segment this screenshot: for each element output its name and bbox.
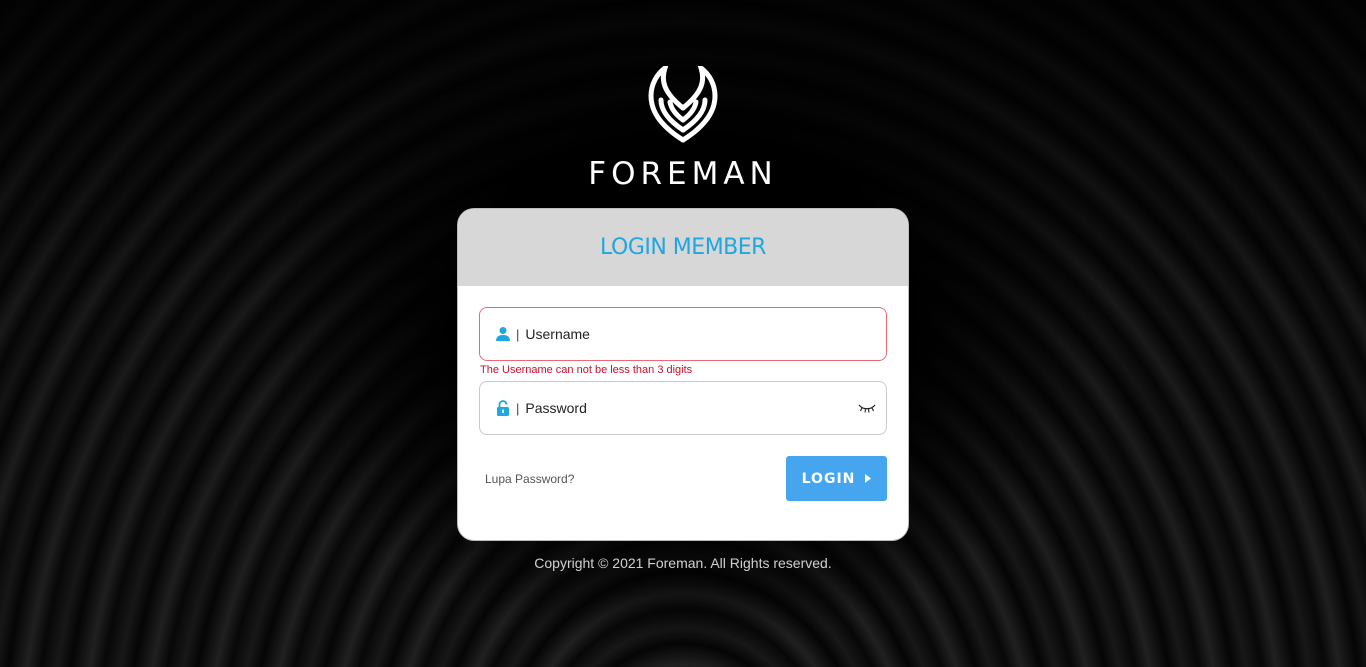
brand: FOREMAN <box>0 66 1366 192</box>
lock-icon <box>495 400 511 416</box>
username-input[interactable] <box>525 326 886 342</box>
password-input[interactable] <box>525 400 858 416</box>
wing-leaf-logo-icon <box>648 66 718 143</box>
username-separator: | <box>516 326 520 342</box>
forgot-password-link[interactable]: Lupa Password? <box>485 472 574 486</box>
user-icon <box>495 326 511 342</box>
login-title: LOGIN MEMBER <box>600 235 766 260</box>
login-button-label: LOGIN <box>801 470 856 487</box>
password-field[interactable]: | <box>479 381 887 435</box>
login-card: LOGIN MEMBER | The Username can not be l… <box>458 209 908 540</box>
copyright-text: Copyright © 2021 Foreman. All Rights res… <box>534 555 832 571</box>
brand-name: FOREMAN <box>588 156 778 192</box>
login-card-header: LOGIN MEMBER <box>458 209 908 286</box>
eye-closed-icon[interactable] <box>858 402 876 414</box>
password-separator: | <box>516 400 520 416</box>
login-button[interactable]: LOGIN <box>786 456 887 501</box>
username-error-message: The Username can not be less than 3 digi… <box>480 364 693 376</box>
username-field[interactable]: | <box>479 307 887 361</box>
caret-right-icon <box>865 474 872 483</box>
